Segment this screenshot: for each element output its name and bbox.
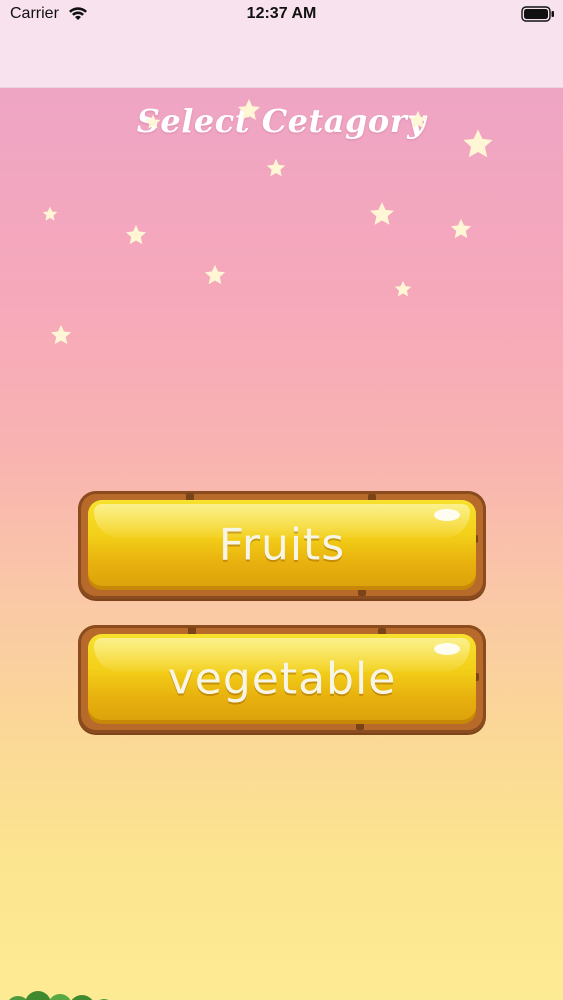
vegetable-button[interactable]: vegetable bbox=[78, 625, 486, 733]
bush-right bbox=[420, 982, 563, 1000]
star-icon bbox=[237, 98, 261, 122]
fruits-button-label: Fruits bbox=[218, 519, 346, 571]
top-bar: Carrier 12:37 AM bbox=[0, 0, 563, 88]
fruits-button[interactable]: Fruits bbox=[78, 491, 486, 599]
star-icon bbox=[450, 218, 472, 240]
star-icon bbox=[204, 264, 226, 286]
vegetable-button-label: vegetable bbox=[167, 653, 397, 705]
status-bar: Carrier 12:37 AM bbox=[0, 0, 563, 30]
button-face: vegetable bbox=[88, 634, 476, 724]
star-icon bbox=[462, 128, 494, 160]
game-background: Select Cetagory Fruits vegetable bbox=[0, 88, 563, 1000]
star-icon bbox=[394, 280, 412, 298]
status-time: 12:37 AM bbox=[246, 5, 317, 22]
star-icon bbox=[50, 324, 72, 346]
battery-icon bbox=[521, 6, 555, 22]
star-icon bbox=[42, 206, 58, 222]
star-icon bbox=[369, 201, 395, 227]
star-icon bbox=[125, 224, 147, 246]
bush-left bbox=[0, 982, 120, 1000]
star-icon bbox=[266, 158, 286, 178]
star-icon bbox=[145, 114, 161, 130]
button-face: Fruits bbox=[88, 500, 476, 590]
star-icon bbox=[408, 110, 428, 130]
